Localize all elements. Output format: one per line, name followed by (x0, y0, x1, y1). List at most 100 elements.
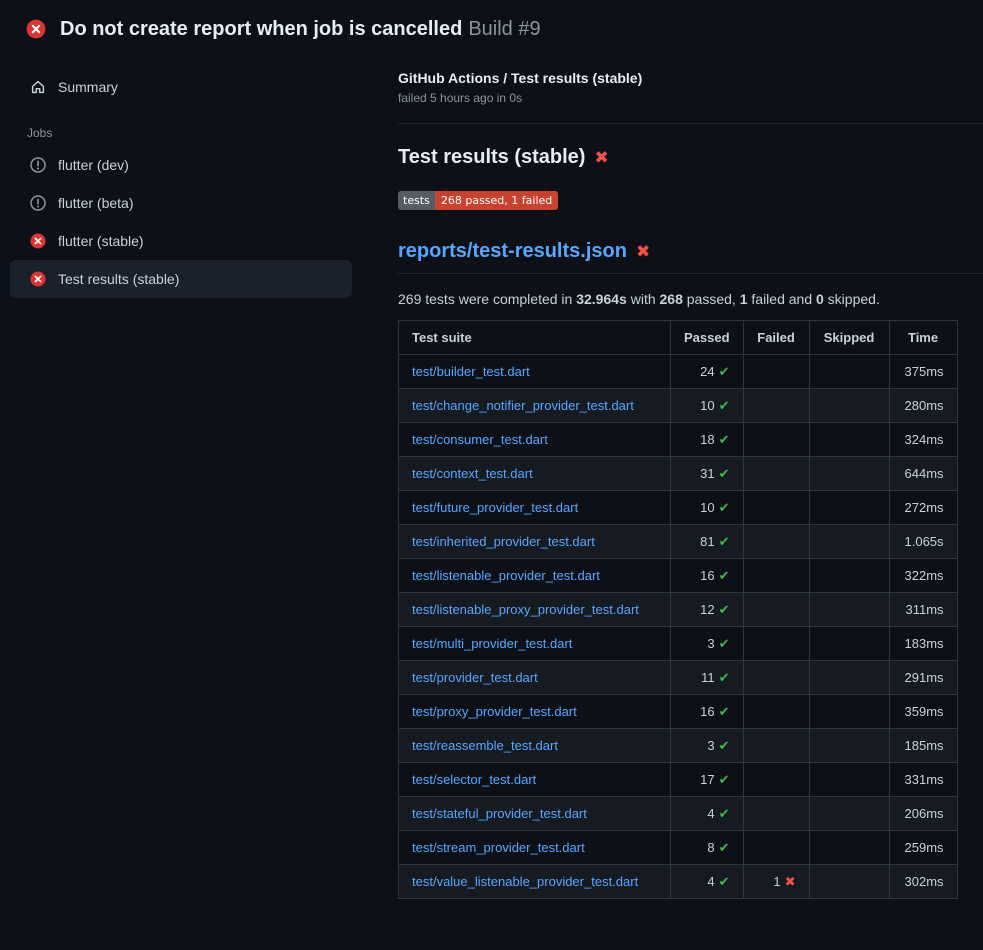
pass-check-icon: ✔ (719, 670, 730, 685)
suite-link[interactable]: test/selector_test.dart (412, 772, 536, 787)
report-link[interactable]: reports/test-results.json (398, 240, 627, 263)
results-table-body: test/builder_test.dart24✔375mstest/chang… (399, 355, 958, 899)
pass-check-icon: ✔ (719, 534, 730, 549)
failed-cell (743, 389, 809, 423)
summary-bold-value: 0 (816, 291, 824, 307)
summary-text: with (627, 291, 660, 307)
suite-link[interactable]: test/listenable_proxy_provider_test.dart (412, 602, 639, 617)
suite-cell: test/multi_provider_test.dart (399, 627, 671, 661)
table-row: test/reassemble_test.dart3✔185ms (399, 729, 958, 763)
suite-link[interactable]: test/proxy_provider_test.dart (412, 704, 577, 719)
table-row: test/inherited_provider_test.dart81✔1.06… (399, 525, 958, 559)
failed-cell (743, 763, 809, 797)
passed-cell: 4✔ (671, 865, 744, 899)
table-row: test/multi_provider_test.dart3✔183ms (399, 627, 958, 661)
suite-link[interactable]: test/consumer_test.dart (412, 432, 548, 447)
suite-cell: test/listenable_provider_test.dart (399, 559, 671, 593)
suite-cell: test/value_listenable_provider_test.dart (399, 865, 671, 899)
suite-link[interactable]: test/listenable_provider_test.dart (412, 568, 600, 583)
table-header-row: Test suitePassedFailedSkippedTime (399, 321, 958, 355)
failed-cell (743, 695, 809, 729)
badge-value: 268 passed, 1 failed (435, 191, 558, 210)
pass-check-icon: ✔ (719, 568, 730, 583)
time-cell: 644ms (889, 457, 957, 491)
suite-cell: test/change_notifier_provider_test.dart (399, 389, 671, 423)
check-title: Test results (stable) ✖ (398, 146, 983, 169)
pass-check-icon: ✔ (719, 364, 730, 379)
skipped-cell (809, 695, 889, 729)
page-title: Do not create report when job is cancell… (60, 16, 541, 42)
summary-text: skipped. (824, 291, 880, 307)
tests-badge: tests 268 passed, 1 failed (398, 191, 558, 210)
suite-link[interactable]: test/change_notifier_provider_test.dart (412, 398, 634, 413)
suite-link[interactable]: test/builder_test.dart (412, 364, 530, 379)
suite-link[interactable]: test/context_test.dart (412, 466, 533, 481)
table-row: test/value_listenable_provider_test.dart… (399, 865, 958, 899)
summary-text: 269 tests were completed in (398, 291, 576, 307)
pass-check-icon: ✔ (719, 806, 730, 821)
pass-check-icon: ✔ (719, 874, 730, 889)
column-header-passed: Passed (671, 321, 744, 355)
suite-cell: test/provider_test.dart (399, 661, 671, 695)
failed-cell (743, 355, 809, 389)
table-row: test/context_test.dart31✔644ms (399, 457, 958, 491)
suite-cell: test/consumer_test.dart (399, 423, 671, 457)
summary-line: 269 tests were completed in 32.964s with… (398, 291, 983, 307)
skipped-cell (809, 661, 889, 695)
failed-cell (743, 797, 809, 831)
passed-cell: 12✔ (671, 593, 744, 627)
summary-text: passed, (683, 291, 740, 307)
skipped-cell (809, 355, 889, 389)
suite-link[interactable]: test/value_listenable_provider_test.dart (412, 874, 638, 889)
sidebar-item-flutter-dev[interactable]: flutter (dev) (10, 146, 352, 184)
table-row: test/provider_test.dart 11✔ 291ms (399, 661, 958, 695)
suite-link[interactable]: test/reassemble_test.dart (412, 738, 558, 753)
passed-cell: 16✔ (671, 559, 744, 593)
suite-link[interactable]: test/multi_provider_test.dart (412, 636, 572, 651)
suite-link[interactable]: test/stream_provider_test.dart (412, 840, 585, 855)
page-layout: Summary Jobs flutter (dev)flutter (beta)… (0, 52, 983, 899)
passed-cell: 11✔ (671, 661, 744, 695)
failed-cell (743, 729, 809, 763)
time-cell: 291ms (889, 661, 957, 695)
table-row: test/selector_test.dart17✔331ms (399, 763, 958, 797)
failed-circle-icon (30, 271, 46, 287)
sidebar-item-summary[interactable]: Summary (10, 68, 352, 106)
failed-cell (743, 423, 809, 457)
suite-cell: test/context_test.dart (399, 457, 671, 491)
report-heading: reports/test-results.json ✖ (398, 240, 983, 274)
time-cell: 324ms (889, 423, 957, 457)
sidebar-item-flutter-beta[interactable]: flutter (beta) (10, 184, 352, 222)
passed-cell: 10✔ (671, 389, 744, 423)
table-row: test/change_notifier_provider_test.dart 1… (399, 389, 958, 423)
time-cell: 272ms (889, 491, 957, 525)
suite-link[interactable]: test/stateful_provider_test.dart (412, 806, 587, 821)
jobs-list: flutter (dev)flutter (beta)flutter (stab… (10, 146, 352, 298)
skipped-cell (809, 457, 889, 491)
skipped-cell (809, 491, 889, 525)
home-icon (30, 79, 46, 95)
failed-cell (743, 627, 809, 661)
sidebar-item-flutter-stable[interactable]: flutter (stable) (10, 222, 352, 260)
suite-link[interactable]: test/inherited_provider_test.dart (412, 534, 595, 549)
suite-cell: test/listenable_proxy_provider_test.dart (399, 593, 671, 627)
passed-cell: 16✔ (671, 695, 744, 729)
pass-check-icon: ✔ (719, 738, 730, 753)
failed-cell (743, 457, 809, 491)
suite-link[interactable]: test/provider_test.dart (412, 670, 538, 685)
sidebar-item-label: Test results (stable) (58, 271, 179, 287)
skipped-cell (809, 389, 889, 423)
suite-cell: test/stateful_provider_test.dart (399, 797, 671, 831)
neutral-circle-icon (30, 195, 46, 211)
failed-status-icon (26, 19, 46, 39)
skipped-cell (809, 525, 889, 559)
breadcrumb: GitHub Actions / Test results (stable) (398, 70, 983, 86)
column-header-time: Time (889, 321, 957, 355)
sidebar-item-test-results-stable[interactable]: Test results (stable) (10, 260, 352, 298)
time-cell: 280ms (889, 389, 957, 423)
pass-check-icon: ✔ (719, 636, 730, 651)
table-row: test/stateful_provider_test.dart4✔206ms (399, 797, 958, 831)
skipped-cell (809, 831, 889, 865)
suite-cell: test/proxy_provider_test.dart (399, 695, 671, 729)
suite-link[interactable]: test/future_provider_test.dart (412, 500, 578, 515)
